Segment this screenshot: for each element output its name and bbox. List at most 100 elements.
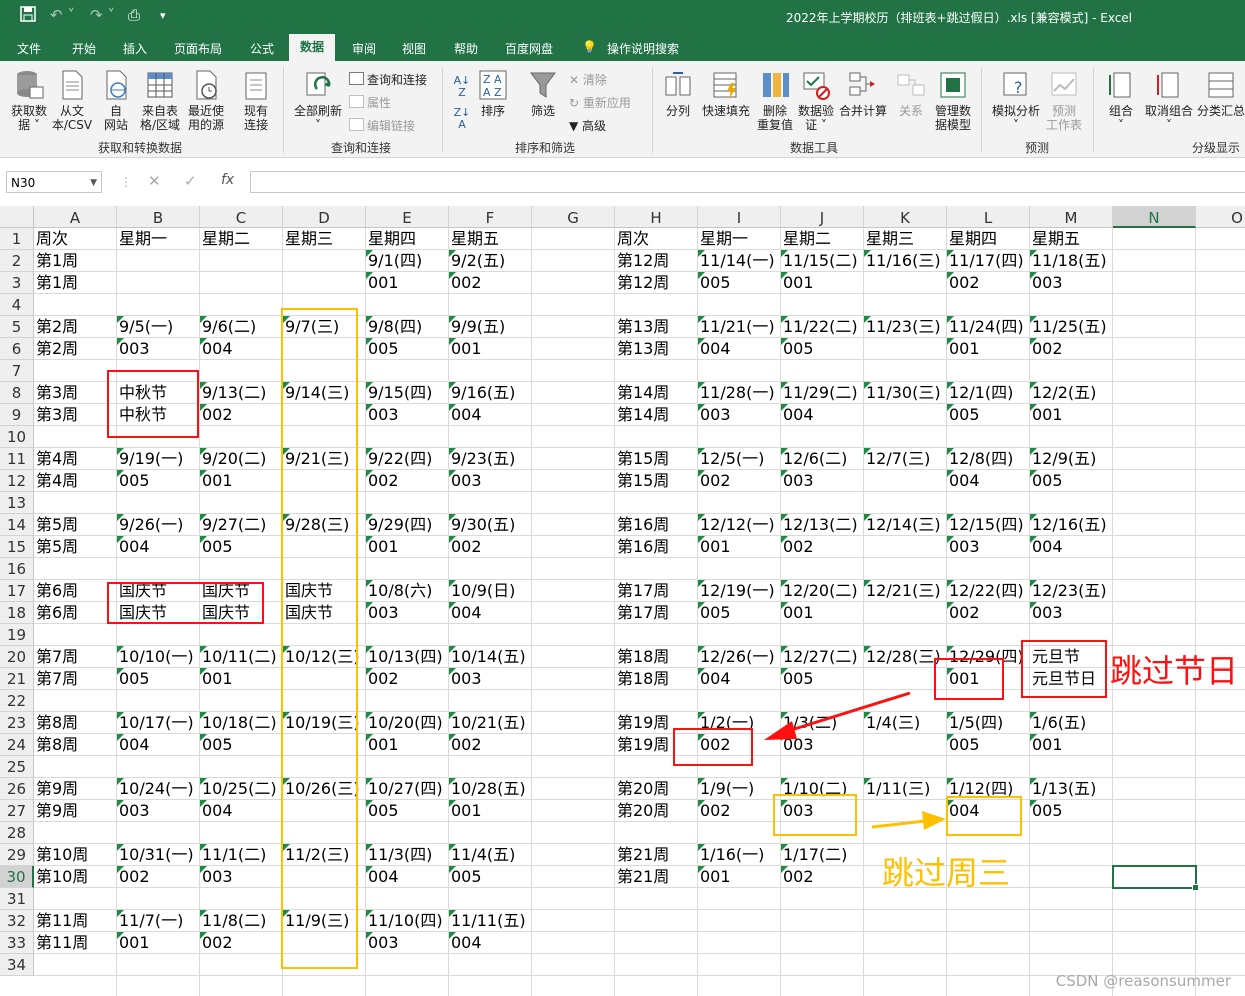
ribbon: 获取数 据 ˅ 从文 本/CSV 自 网站 来自表 格/区域 最近使 用的源 现… [0,61,1245,158]
ungroup-icon [1157,72,1179,98]
tab-file[interactable]: 文件 [17,40,41,57]
sort-desc-button[interactable]: Z↓ A [452,107,472,131]
remove-duplicates-label: 删除 重复值 [756,104,793,132]
insert-function-icon[interactable]: fx [221,172,234,188]
sort-button[interactable]: Z AA Z 排序 [476,69,510,118]
reapply-icon: ↻ [569,96,583,110]
filter-label: 筛选 [530,104,555,118]
existing-connections-button[interactable]: 现有 连接 [236,69,276,132]
get-data-button[interactable]: 获取数 据 ˅ [8,69,50,132]
text-to-columns-icon [665,72,691,96]
save-icon[interactable] [20,6,36,26]
enter-check-icon[interactable]: ✓ [184,172,197,190]
filter-button[interactable]: 筛选 [526,69,560,118]
group-separator [1093,67,1094,153]
flash-fill-button[interactable]: 快速填充 [700,69,752,118]
watermark: CSDN @reasonsummer [1055,972,1231,990]
group-label-sort-filter: 排序和筛选 [515,141,576,155]
data-model-icon [940,72,966,98]
svg-text:A Z: A Z [483,86,502,99]
sort-az-icon: A↓ Z [453,74,471,99]
relationships-label: 关系 [898,104,923,118]
window-title: 2022年上学期校历（排班表+跳过假日）.xls [兼容模式] - Excel [786,11,1133,25]
redo-icon[interactable]: ↷ ˅ [90,6,115,24]
data-validation-button[interactable]: 数据验 证 ˅ [796,69,836,132]
from-web-button[interactable]: 自 网站 [98,69,134,132]
tab-baidu-netdisk[interactable]: 百度网盘 [505,40,553,57]
formula-bar: N30 ▼ ⋮ ✕ ✓ fx [0,158,1245,206]
sort-label: 排序 [480,104,505,118]
sort-za-icon: Z↓ A [453,106,471,131]
annotation-arrows [764,691,946,830]
tab-insert[interactable]: 插入 [123,40,147,57]
reapply-button[interactable]: ↻ 重新应用 [569,94,631,111]
tell-me-search[interactable]: 操作说明搜索 [607,40,679,57]
clear-filter-icon: ✕ [569,73,583,87]
existing-connections-icon [245,72,267,100]
advanced-filter-button[interactable]: ▼ 高级 [569,117,606,134]
undo-icon[interactable]: ↶ ˅ [50,6,75,24]
tab-formulas[interactable]: 公式 [250,40,274,57]
tab-data[interactable]: 数据 [289,34,336,61]
from-text-csv-button[interactable]: 从文 本/CSV [50,69,94,132]
edit-links-label: 编辑链接 [367,119,416,133]
refresh-all-label: 全部刷新 ˅ [293,104,342,132]
data-validation-icon [803,72,830,100]
relationships-icon [897,74,925,96]
text-to-columns-button[interactable]: 分列 [660,69,696,118]
refresh-icon [306,72,331,96]
refresh-all-button[interactable]: 全部刷新 ˅ [290,69,346,132]
chevron-down-icon[interactable]: ▼ [90,172,97,194]
sort-asc-button[interactable]: A↓ Z [452,75,472,99]
existing-connections-label: 现有 连接 [243,104,268,132]
tab-page-layout[interactable]: 页面布局 [174,40,222,57]
tab-home[interactable]: 开始 [72,40,96,57]
group-separator [981,67,982,153]
name-box[interactable]: N30 ▼ [6,171,102,193]
tab-view[interactable]: 视图 [402,40,426,57]
clear-filter-button[interactable]: ✕ 清除 [569,71,607,88]
group-button[interactable]: 组合 ˅ [1103,69,1139,132]
cancel-icon[interactable]: ✕ [148,172,161,190]
reapply-label: 重新应用 [582,96,631,110]
edit-links-button[interactable]: 编辑链接 [349,117,415,134]
title-bar: ↶ ˅ ↷ ˅ ⎙ ▾ 2022年上学期校历（排班表+跳过假日）.xls [兼容… [0,0,1245,34]
properties-icon [349,95,364,108]
database-icon [17,71,44,99]
formula-input[interactable] [250,171,1245,193]
recent-sources-label: 最近使 用的源 [187,104,224,132]
more-icon: ⋮ [120,175,132,189]
advanced-filter-icon: ▼ [569,119,583,133]
data-model-label: 管理数 据模型 [934,104,971,132]
forecast-sheet-button[interactable]: 预测 工作表 [1044,69,1084,132]
whatif-analysis-button[interactable]: ? 模拟分析 ˅ [990,69,1042,132]
consolidate-button[interactable]: 合并计算 [838,69,888,118]
ungroup-label: 取消组合 ˅ [1144,104,1193,132]
worksheet-grid[interactable]: A B C D E F G H I J K L M N O 1 周次 星期一 星期二 星期三 星期四 星期五 周次 星期一 星期… [0,206,1245,996]
annotation-skip-holiday: 跳过节日 [1110,652,1239,690]
tab-review[interactable]: 审阅 [352,40,376,57]
queries-connections-icon [349,72,364,85]
queries-connections-label: 查询和连接 [367,73,428,87]
subtotal-button[interactable]: 分类汇总 [1196,69,1245,118]
remove-duplicates-button[interactable]: 删除 重复值 [754,69,796,132]
group-label-data-tools: 数据工具 [790,141,839,155]
from-table-button[interactable]: 来自表 格/区域 [138,69,182,132]
recent-sources-button[interactable]: 最近使 用的源 [184,69,228,132]
data-model-button[interactable]: 管理数 据模型 [932,69,974,132]
consolidate-icon [849,72,875,96]
relationships-button[interactable]: 关系 [894,69,928,118]
customize-toolbar-icon[interactable]: ▾ [160,9,166,22]
queries-connections-button[interactable]: 查询和连接 [349,71,427,88]
group-label-outline: 分级显示 [1192,141,1241,155]
ungroup-button[interactable]: 取消组合 ˅ [1142,69,1196,132]
group-separator [652,67,653,153]
whatif-analysis-label: 模拟分析 ˅ [991,104,1040,132]
orange-arrow-icon [871,811,946,830]
properties-button[interactable]: 属性 [349,94,391,111]
print-preview-icon[interactable]: ⎙ [128,6,140,24]
ribbon-tabs: 文件 开始 插入 页面布局 公式 数据 审阅 视图 帮助 百度网盘 💡 操作说明… [0,34,1245,61]
table-icon [147,72,173,98]
forecast-chart-icon [1051,72,1077,96]
tab-help[interactable]: 帮助 [454,40,478,57]
